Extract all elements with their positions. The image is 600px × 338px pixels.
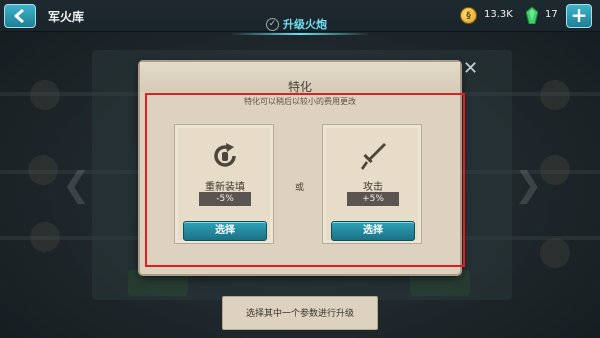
close-icon[interactable]: ✕ [463, 60, 478, 78]
check-icon: ✓ [266, 17, 279, 31]
option-card-reload: 重新装填 -5% 选择 [174, 124, 274, 244]
select-reload-button[interactable]: 选择 [183, 221, 267, 241]
screen-title: 军火库 [48, 10, 85, 24]
back-button[interactable] [4, 4, 36, 28]
reload-icon [214, 143, 236, 167]
tab-underline [230, 33, 370, 35]
option-name: 攻击 [363, 182, 383, 193]
tab-upgrade-cannon[interactable]: ✓ 升级火炮 [266, 16, 327, 32]
dialog-subtitle: 特化可以稍后以较小的费用更改 [244, 97, 356, 106]
option-value: -5% [199, 192, 251, 206]
hint-tooltip: 选择其中一个参数进行升级 [222, 296, 378, 330]
option-value: +5% [347, 192, 399, 206]
buy-gems-button[interactable]: + [566, 4, 592, 28]
specialization-dialog: 特化 特化可以稍后以较小的费用更改 重新装填 -5% 选择 或 攻击 +5% 选… [140, 62, 460, 274]
gem-icon [526, 7, 538, 24]
option-card-attack: 攻击 +5% 选择 [322, 124, 422, 244]
or-label: 或 [295, 183, 305, 193]
sword-icon [361, 143, 386, 170]
coin-icon: § [460, 7, 477, 24]
tab-upgrade-cannon-label: 升级火炮 [283, 18, 327, 31]
gem-balance: 17 [545, 9, 558, 20]
back-arrow-icon [14, 8, 24, 24]
dialog-title: 特化 [287, 80, 312, 94]
top-bar: 军火库 ✓ 升级火炮 § 13.3K 17 + [0, 0, 600, 32]
coin-balance: 13.3K [484, 9, 513, 20]
option-name: 重新装填 [205, 182, 245, 193]
select-attack-button[interactable]: 选择 [331, 221, 415, 241]
